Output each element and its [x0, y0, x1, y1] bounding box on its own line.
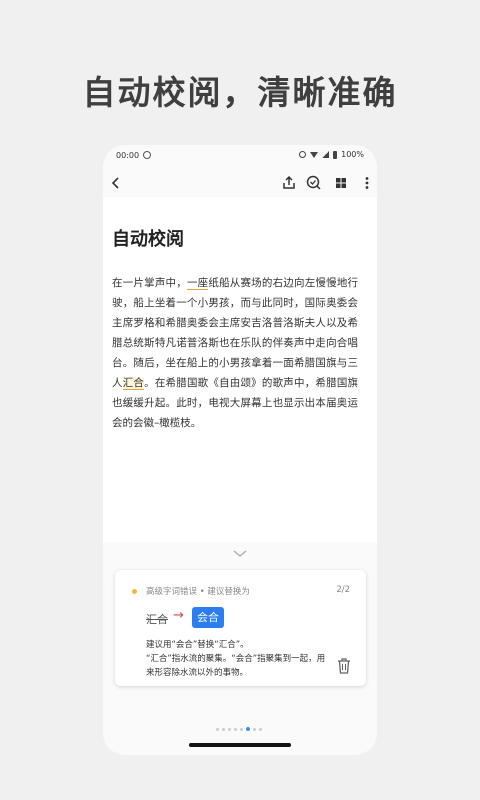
more-vert-icon[interactable] — [357, 173, 377, 193]
status-icons: 100% — [299, 150, 364, 159]
page-dot — [234, 727, 237, 731]
whatsapp-icon — [143, 151, 151, 159]
toolbar — [103, 169, 377, 197]
signal-icon — [322, 151, 330, 158]
chevron-down-icon[interactable] — [232, 549, 248, 559]
page-dot — [240, 727, 243, 731]
flagged-word[interactable]: 一座 — [186, 277, 209, 290]
arrow-right-icon: → — [173, 608, 184, 623]
suggestion-detail: “汇合”指水流的聚集。“会合”指聚集到一起，用来形容除水流以外的事物。 — [146, 654, 326, 678]
battery-level: 100% — [341, 150, 364, 159]
suggestion-counter: 2/2 — [336, 585, 350, 595]
page-dot — [259, 727, 262, 731]
suggestion-card: 高级字词错误 • 建议替换为 2/2 汇合 → 会合 建议用“会合”替换“汇合”… — [115, 570, 366, 686]
page-dot — [253, 727, 256, 731]
share-icon[interactable] — [279, 173, 299, 193]
proofread-icon[interactable] — [304, 173, 324, 193]
home-indicator[interactable] — [189, 743, 291, 747]
headline: 自动校阅，清晰准确 — [82, 73, 398, 112]
page-dot — [222, 727, 225, 731]
suggestion-explanation: 建议用“会合”替换“汇合”。 — [146, 640, 249, 650]
page-dot — [246, 727, 250, 731]
warning-dot — [132, 589, 137, 594]
text-segment: 纸船从赛场的右边向左慢慢地行驶，船上坐着一个小男孩，而与此同时，国际奥委会主席罗… — [112, 277, 359, 389]
alarm-icon — [299, 151, 307, 158]
text-segment: 在一片掌声中， — [112, 277, 187, 289]
suggestion-category: 高级字词错误 • 建议替换为 — [146, 587, 250, 597]
suggestion-replace-button[interactable]: 会合 — [192, 607, 224, 628]
phone-screen: 00:00 100% 自动校阅 在一片掌声中，一座纸船从赛场的右边向左慢慢地行驶… — [103, 145, 377, 755]
battery-icon — [333, 150, 338, 159]
original-word: 汇合 — [146, 613, 168, 626]
status-bar: 00:00 100% — [103, 145, 377, 167]
document-title: 自动校阅 — [112, 229, 184, 250]
page-dot — [216, 727, 219, 731]
document-area[interactable]: 自动校阅 在一片掌声中，一座纸船从赛场的右边向左慢慢地行驶，船上坐着一个小男孩，… — [103, 197, 377, 542]
flagged-word-active[interactable]: 汇合 — [122, 377, 145, 390]
delete-icon[interactable] — [336, 657, 352, 675]
page-dot — [228, 727, 231, 731]
document-body[interactable]: 在一片掌声中，一座纸船从赛场的右边向左慢慢地行驶，船上坐着一个小男孩，而与此同时… — [112, 273, 358, 433]
text-segment: 。在希腊国歌《自由颂》的歌声中，希腊国旗也缓缓升起。此时，电视大屏幕上也显示出本… — [112, 377, 359, 429]
status-time: 00:00 — [116, 151, 140, 160]
back-arrow-icon[interactable] — [106, 173, 126, 193]
wifi-icon — [310, 151, 319, 158]
page-indicator — [216, 727, 262, 731]
grid-icon[interactable] — [331, 173, 351, 193]
